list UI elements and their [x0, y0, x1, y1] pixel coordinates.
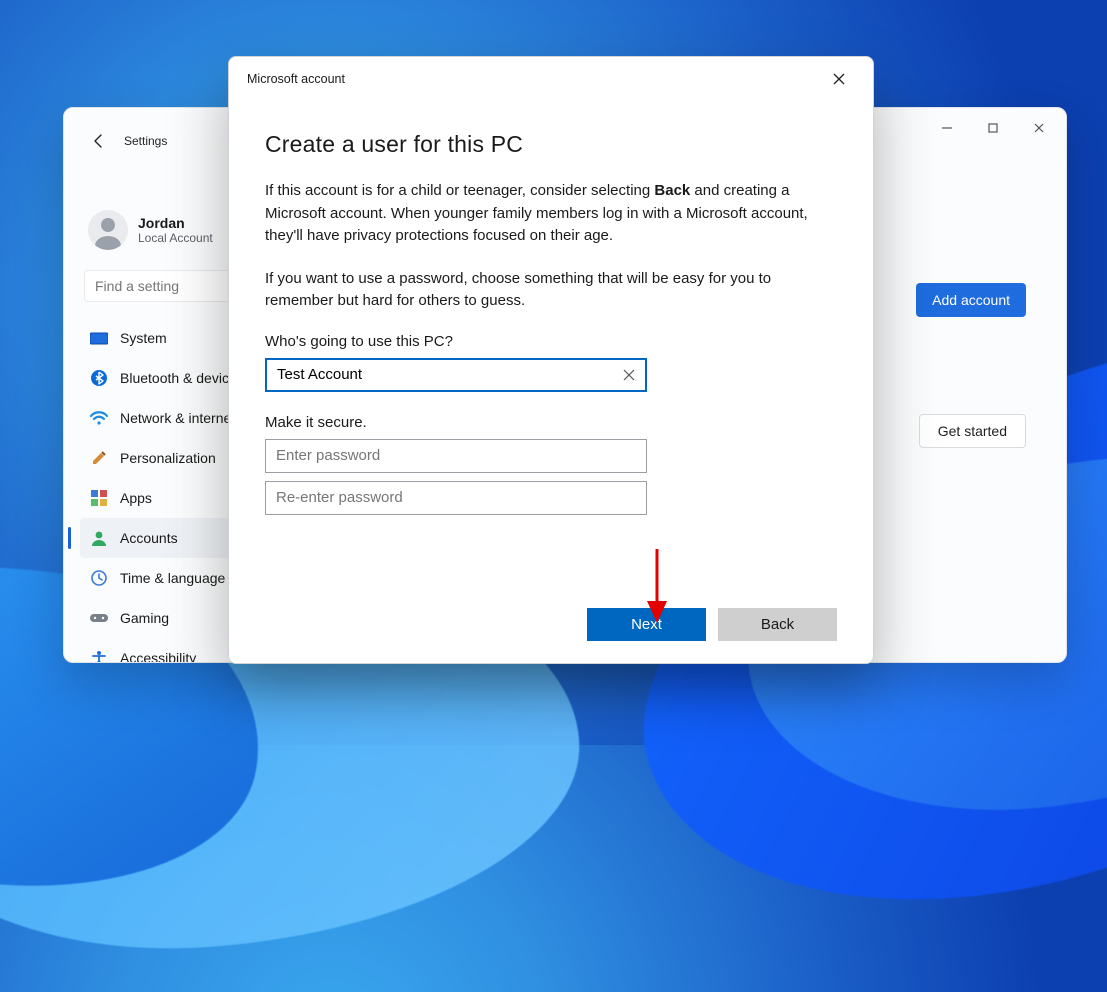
nav-label: Personalization [120, 450, 216, 466]
close-icon [623, 369, 635, 381]
clear-input-button[interactable] [613, 369, 645, 381]
secure-label: Make it secure. [265, 414, 837, 431]
close-icon [833, 73, 845, 85]
avatar [88, 210, 128, 250]
nav-label: Bluetooth & devices [120, 370, 244, 386]
apps-icon [90, 489, 108, 507]
nav-label: Time & language [120, 570, 225, 586]
dialog-titlebar: Microsoft account [229, 57, 873, 101]
system-icon [90, 329, 108, 347]
password-confirm-field[interactable] [265, 481, 647, 515]
bluetooth-icon [90, 369, 108, 387]
next-button[interactable]: Next [587, 608, 706, 641]
person-icon [90, 529, 108, 547]
dialog-buttons: Next Back [587, 608, 837, 641]
dialog-paragraph-1: If this account is for a child or teenag… [265, 180, 837, 248]
get-started-button[interactable]: Get started [919, 414, 1026, 448]
create-user-dialog: Microsoft account Create a user for this… [228, 56, 874, 664]
accessibility-icon [90, 649, 108, 663]
wifi-icon [90, 409, 108, 427]
password-confirm-input[interactable] [266, 482, 646, 514]
nav-label: Gaming [120, 610, 169, 626]
nav-label: Accessibility [120, 650, 196, 663]
dialog-window-title: Microsoft account [247, 72, 345, 86]
dialog-close-button[interactable] [817, 64, 861, 94]
dialog-heading: Create a user for this PC [265, 131, 837, 158]
paintbrush-icon [90, 449, 108, 467]
user-name: Jordan [138, 215, 213, 232]
user-type: Local Account [138, 231, 213, 245]
clock-globe-icon [90, 569, 108, 587]
back-button[interactable]: Back [718, 608, 837, 641]
username-input[interactable] [267, 360, 613, 390]
nav-label: System [120, 330, 167, 346]
nav-label: Apps [120, 490, 152, 506]
username-label: Who's going to use this PC? [265, 333, 837, 350]
gamepad-icon [90, 609, 108, 627]
dialog-paragraph-2: If you want to use a password, choose so… [265, 268, 837, 313]
password-input[interactable] [266, 440, 646, 472]
password-field[interactable] [265, 439, 647, 473]
nav-label: Accounts [120, 530, 178, 546]
nav-label: Network & internet [120, 410, 235, 426]
username-field[interactable] [265, 358, 647, 392]
add-account-button[interactable]: Add account [916, 283, 1026, 317]
